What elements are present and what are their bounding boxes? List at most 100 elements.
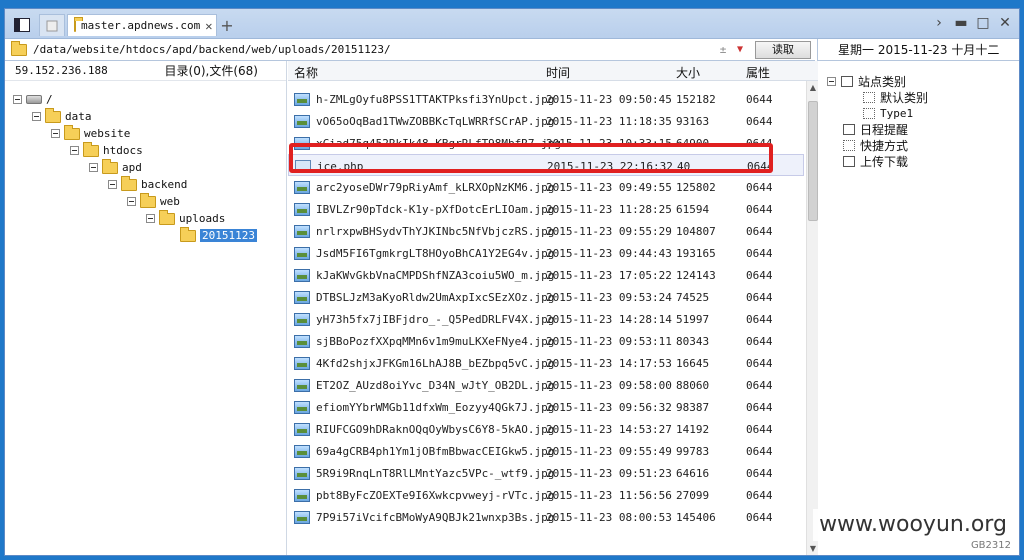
category-label: 站点类别 <box>858 74 907 89</box>
category-label: 默认类别 <box>880 90 929 105</box>
category-type1[interactable]: Type1 <box>863 105 913 121</box>
tree-node-htdocs[interactable]: htdocs <box>70 141 143 159</box>
collapse-icon[interactable] <box>89 163 98 172</box>
file-row[interactable]: yH73h5fx7jIBFjdro_-_Q5PedDRLFV4X.jpg 2015… <box>288 308 804 330</box>
menu-label: 上传下载 <box>860 154 909 169</box>
category-icon <box>841 75 853 87</box>
collapse-icon[interactable] <box>127 197 136 206</box>
image-file-icon <box>294 93 310 106</box>
shortcuts[interactable]: 快捷方式 <box>843 137 908 153</box>
file-row[interactable]: DTBSLJzM3aKyoRldw2UmAxpIxcSEzXOz.jpg 2015… <box>288 286 804 308</box>
col-time[interactable]: 时间 <box>546 64 570 81</box>
plus-icon[interactable]: ± <box>715 43 731 56</box>
chevron-down-icon[interactable]: ▼ <box>731 44 749 55</box>
file-time: 2015-11-23 09:44:43 <box>546 247 672 260</box>
shortcut-icon <box>843 139 855 151</box>
tree-node-uploads[interactable]: uploads <box>146 209 226 227</box>
file-row[interactable]: 5R9i9RnqLnT8RlLMntYazc5VPc-_wtf9.jpg 2015… <box>288 462 804 484</box>
collapse-icon[interactable] <box>13 95 22 104</box>
close-window-icon[interactable]: ✕ <box>997 15 1013 31</box>
file-row[interactable]: sjBBoPozfXXpqMMn6v1m9muLKXeFNye4.jpg 2015… <box>288 330 804 352</box>
file-row[interactable]: JsdM5FI6TgmkrgLT8HOyoBhCA1Y2EG4v.jpg 2015… <box>288 242 804 264</box>
file-row[interactable]: h-ZMLgOyfu8PSS1TTAKTPksfi3YnUpct.jpg 2015… <box>288 88 804 110</box>
file-name: 7P9i57iVcifcBMoWyA9QBJk21wnxp3Bs.jpg <box>316 511 555 524</box>
category-label: Type1 <box>880 106 914 120</box>
collapse-icon[interactable] <box>51 129 60 138</box>
file-size: 99783 <box>676 445 710 458</box>
upload-download[interactable]: 上传下载 <box>843 153 908 169</box>
collapse-icon[interactable] <box>146 214 155 223</box>
file-row[interactable]: 7P9i57iVcifcBMoWyA9QBJk21wnxp3Bs.jpg 2015… <box>288 506 804 528</box>
chevron-right-icon[interactable]: › <box>931 15 947 31</box>
tab-active[interactable]: master.apdnews.com ✕ <box>67 14 217 36</box>
tree-node-data[interactable]: data <box>32 107 92 125</box>
tree-node-backend[interactable]: backend <box>108 175 187 193</box>
tree-node-root[interactable]: / <box>13 91 53 108</box>
collapse-icon[interactable] <box>32 112 41 121</box>
file-size: 104807 <box>676 225 716 238</box>
file-time: 2015-11-23 09:51:23 <box>546 467 672 480</box>
file-manager-window: master.apdnews.com ✕ + › ▬ □ ✕ /data/web… <box>4 8 1020 556</box>
file-row[interactable]: efiomYYbrWMGb11dfxWm_Eozyy4QGk7J.jpg 2015… <box>288 396 804 418</box>
file-size: 145406 <box>676 511 716 524</box>
collapse-icon[interactable] <box>827 76 836 86</box>
file-attr: 0644 <box>746 247 773 260</box>
collapse-icon[interactable] <box>70 146 79 155</box>
file-name: arc2yoseDWr79pRiyAmf_kLRXOpNzKM6.jpg <box>316 181 555 194</box>
image-file-icon <box>294 489 310 502</box>
image-file-icon <box>294 313 310 326</box>
folder-icon <box>74 16 83 32</box>
tree-label: data <box>65 110 92 123</box>
folder-icon <box>11 40 27 56</box>
tab-blank[interactable] <box>39 14 65 36</box>
image-file-icon <box>294 181 310 194</box>
tree-node-website[interactable]: website <box>51 124 130 142</box>
file-size: 125802 <box>676 181 716 194</box>
file-row[interactable]: kJaKWvGkbVnaCMPDShfNZA3coiu5WO_m.jpg 2015… <box>288 264 804 286</box>
file-row[interactable]: 4Kfd2shjxJFKGm16LhAJ8B_bEZbpq5vC.jpg 2015… <box>288 352 804 374</box>
file-size: 93163 <box>676 115 710 128</box>
file-row[interactable]: nrlrxpwBHSydvThYJKINbc5NfVbjczRS.jpg 2015… <box>288 220 804 242</box>
tree-node-apd[interactable]: apd <box>89 158 142 176</box>
schedule-reminder[interactable]: 日程提醒 <box>843 121 908 137</box>
category-default[interactable]: 默认类别 <box>863 89 928 105</box>
file-attr: 0644 <box>746 225 773 238</box>
file-size: 27099 <box>676 489 710 502</box>
file-row[interactable]: IBVLZr90pTdck-K1y-pXfDotcErLIOam.jpg 2015… <box>288 198 804 220</box>
folder-icon <box>102 158 118 174</box>
file-time: 2015-11-23 08:00:53 <box>546 511 672 524</box>
read-button[interactable]: 读取 <box>755 40 811 59</box>
file-row[interactable]: arc2yoseDWr79pRiyAmf_kLRXOpNzKM6.jpg 2015… <box>288 176 804 198</box>
file-row[interactable]: ET2OZ_AUzd8oiYvc_D34N_wJtY_OB2DL.jpg 2015… <box>288 374 804 396</box>
col-size[interactable]: 大小 <box>676 64 700 81</box>
category-item-icon <box>863 91 875 103</box>
file-size: 14192 <box>676 423 710 436</box>
minimize-icon[interactable]: ▬ <box>953 15 969 31</box>
col-attr[interactable]: 属性 <box>746 64 770 81</box>
file-row[interactable]: vO65oOqBad1TWwZOBBKcTqLWRRfSCrAP.jpg 2015… <box>288 110 804 132</box>
file-row[interactable]: RIUFCGO9hDRaknOQqOyWbysC6Y8-5kAO.jpg 2015… <box>288 418 804 440</box>
file-attr: 0644 <box>746 401 773 414</box>
file-time: 2015-11-23 09:55:49 <box>546 445 672 458</box>
file-name: 69a4gCRB4ph1Ym1jOBfmBbwacCEIGkw5.jpg <box>316 445 555 458</box>
file-attr: 0644 <box>746 115 773 128</box>
sidebar-toggle-icon[interactable] <box>11 14 33 36</box>
image-file-icon <box>294 115 310 128</box>
file-attr: 0644 <box>746 203 773 216</box>
file-attr: 0644 <box>746 511 773 524</box>
tree-label: uploads <box>179 212 226 225</box>
file-name: DTBSLJzM3aKyoRldw2UmAxpIxcSEzXOz.jpg <box>316 291 555 304</box>
new-tab-button[interactable]: + <box>217 14 237 36</box>
file-row[interactable]: pbt8ByFcZOEXTe9I6Xwkcpvweyj-rVTc.jpg 2015… <box>288 484 804 506</box>
item-counts: 目录(0),文件(68) <box>164 64 258 78</box>
image-file-icon <box>294 357 310 370</box>
tree-node-web[interactable]: web <box>127 192 180 210</box>
collapse-icon[interactable] <box>108 180 117 189</box>
file-row[interactable]: 69a4gCRB4ph1Ym1jOBfmBbwacCEIGkw5.jpg 2015… <box>288 440 804 462</box>
tree-node-20151123[interactable]: 20151123 <box>180 226 257 244</box>
path-input[interactable]: /data/website/htdocs/apd/backend/web/upl… <box>33 43 715 56</box>
category-root[interactable]: 站点类别 <box>827 73 906 89</box>
close-icon[interactable]: ✕ <box>205 19 212 33</box>
col-name[interactable]: 名称 <box>294 64 318 81</box>
maximize-icon[interactable]: □ <box>975 15 991 31</box>
